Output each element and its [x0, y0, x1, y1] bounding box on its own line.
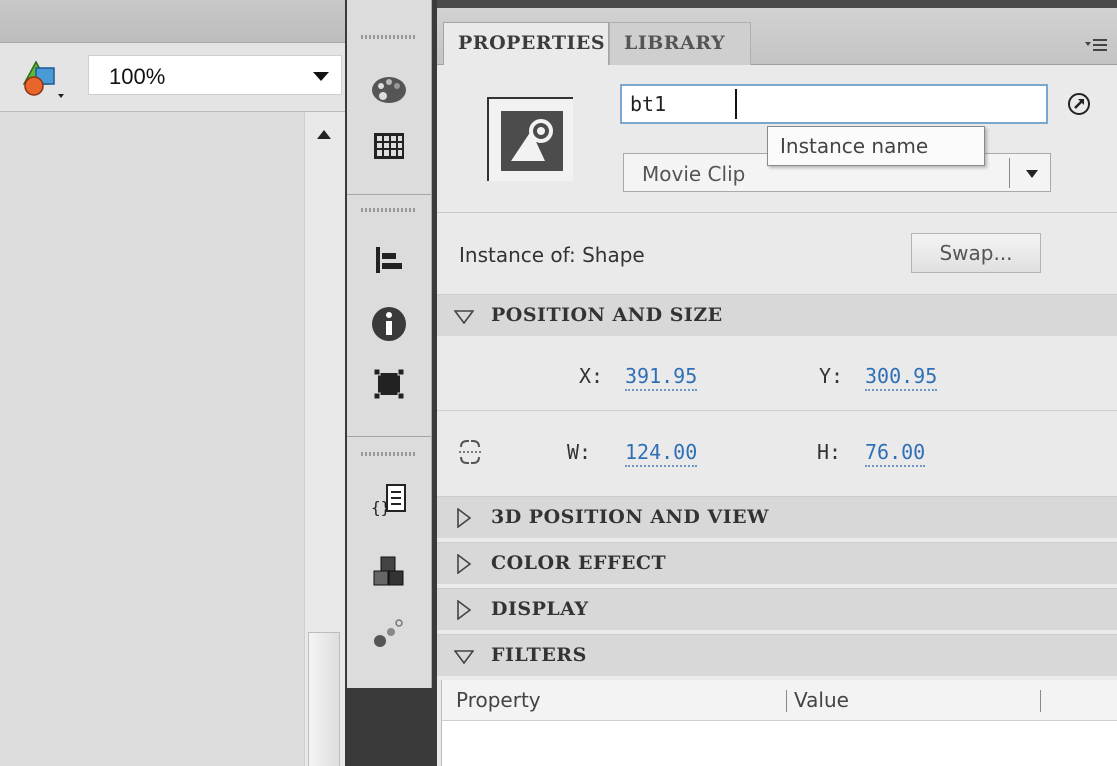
instance-name-tooltip: Instance name	[767, 126, 985, 166]
column-divider[interactable]	[786, 690, 787, 712]
instance-of-row: Instance of: Shape Swap...	[437, 212, 1117, 295]
strip-grip[interactable]	[361, 208, 417, 212]
tab-library[interactable]: LIBRARY	[609, 22, 751, 65]
collapsed-triangle-icon	[457, 554, 471, 574]
zoom-select[interactable]: 100%	[88, 55, 342, 95]
panel-top-bar	[437, 0, 1117, 8]
y-label: Y:	[819, 364, 844, 388]
section-position-size[interactable]: POSITION AND SIZE	[437, 294, 1117, 336]
collapsed-triangle-icon	[457, 508, 471, 528]
actions-icon[interactable]: {}	[367, 478, 411, 522]
column-divider[interactable]	[1040, 690, 1041, 712]
x-label: X:	[579, 364, 604, 388]
position-divider	[437, 410, 1117, 411]
expanded-triangle-icon	[454, 310, 474, 324]
zoom-value: 100%	[109, 64, 166, 89]
text-cursor	[735, 89, 737, 119]
w-label: W:	[567, 440, 592, 464]
properties-panel: PROPERTIES LIBRARY bt1 Movie Clip Instan…	[437, 0, 1117, 766]
strip-divider	[347, 436, 431, 437]
x-value[interactable]: 391.95	[625, 364, 698, 391]
panel-icon-strip: {}	[345, 0, 437, 766]
components-icon[interactable]	[367, 550, 411, 594]
section-title: 3D POSITION AND VIEW	[491, 506, 769, 528]
symbol-type-value: Movie Clip	[642, 162, 746, 186]
scrollbar-thumb[interactable]	[308, 632, 340, 766]
w-value[interactable]: 124.00	[625, 440, 698, 467]
motion-presets-icon[interactable]	[367, 610, 411, 654]
instance-of-value: Shape	[582, 243, 645, 267]
go-to-icon[interactable]	[1067, 92, 1091, 116]
color-palette-icon[interactable]	[367, 68, 411, 112]
instance-name-input[interactable]	[620, 84, 1048, 124]
instance-of-caption: Instance of:	[459, 243, 576, 267]
symbol-preview	[487, 97, 573, 181]
filters-table: Property Value	[441, 680, 1117, 766]
stage-pane: 100%	[0, 0, 345, 766]
scroll-up-arrow-icon[interactable]	[317, 130, 331, 139]
filters-header-row: Property Value	[442, 680, 1117, 721]
section-title: FILTERS	[491, 644, 587, 666]
strip-grip[interactable]	[361, 452, 417, 456]
section-title: DISPLAY	[491, 598, 589, 620]
section-filters[interactable]: FILTERS	[437, 634, 1117, 676]
strip-grip[interactable]	[361, 35, 417, 39]
edit-symbols-icon[interactable]	[18, 54, 74, 100]
swatches-icon[interactable]	[367, 124, 411, 168]
vertical-scrollbar[interactable]	[304, 112, 345, 766]
swap-button[interactable]: Swap...	[911, 233, 1041, 273]
y-value[interactable]: 300.95	[865, 364, 938, 391]
section-display[interactable]: DISPLAY	[437, 588, 1117, 630]
collapsed-triangle-icon	[457, 600, 471, 620]
icon-strip-body: {}	[347, 0, 432, 688]
instance-of-label: Instance of: Shape	[459, 243, 645, 267]
chevron-down-icon	[313, 72, 329, 81]
panel-tab-row: PROPERTIES LIBRARY	[437, 8, 1117, 65]
select-divider	[1009, 158, 1010, 188]
movie-clip-icon	[501, 111, 563, 171]
tab-properties[interactable]: PROPERTIES	[443, 22, 609, 65]
panel-menu-icon[interactable]	[1085, 36, 1107, 54]
h-value[interactable]: 76.00	[865, 440, 926, 467]
transform-icon[interactable]	[367, 362, 411, 406]
strip-divider	[347, 194, 431, 195]
section-3d-position[interactable]: 3D POSITION AND VIEW	[437, 496, 1117, 538]
section-title: COLOR EFFECT	[491, 552, 667, 574]
stage-title-bar	[0, 0, 345, 43]
section-color-effect[interactable]: COLOR EFFECT	[437, 542, 1117, 584]
align-icon[interactable]	[367, 238, 411, 282]
expanded-triangle-icon	[454, 650, 474, 664]
chevron-down-icon[interactable]	[1026, 170, 1038, 178]
section-title: POSITION AND SIZE	[491, 304, 723, 326]
column-header-value[interactable]: Value	[794, 688, 849, 712]
info-icon[interactable]	[367, 302, 411, 346]
h-label: H:	[817, 440, 842, 464]
column-header-property[interactable]: Property	[456, 688, 541, 712]
lock-proportions-icon[interactable]	[455, 437, 485, 467]
